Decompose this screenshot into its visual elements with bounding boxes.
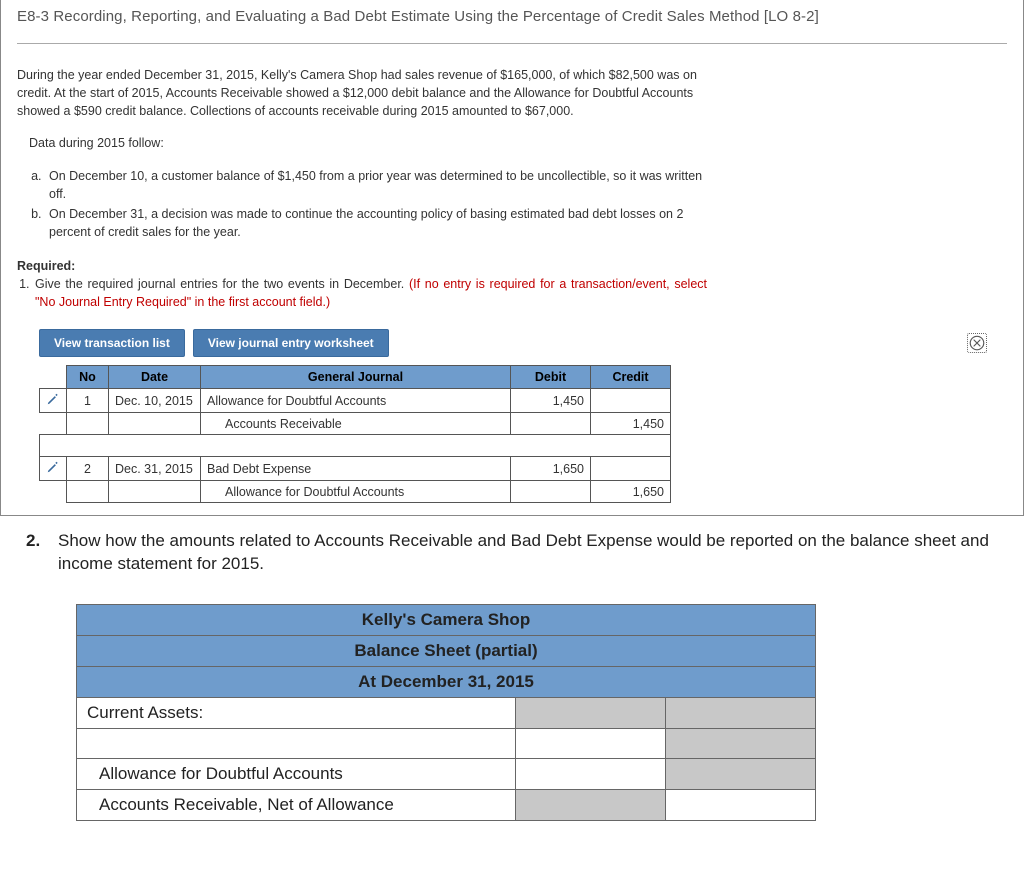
bs-amount-cell <box>666 698 816 729</box>
event-b: On December 31, a decision was made to c… <box>45 205 707 241</box>
table-row: Allowance for Doubtful Accounts 1,650 <box>40 481 671 503</box>
bs-amount-input[interactable] <box>516 729 666 759</box>
bs-amount-input[interactable] <box>666 790 816 821</box>
view-journal-worksheet-button[interactable]: View journal entry worksheet <box>193 329 389 357</box>
entry-date: Dec. 10, 2015 <box>109 389 201 413</box>
col-general-journal: General Journal <box>201 366 511 389</box>
bs-line-label: Current Assets: <box>77 698 516 729</box>
bs-title-company: Kelly's Camera Shop <box>77 605 816 636</box>
event-a: On December 10, a customer balance of $1… <box>45 167 707 203</box>
requirement-1: Give the required journal entries for th… <box>33 275 707 311</box>
table-row: 1 Dec. 10, 2015 Allowance for Doubtful A… <box>40 389 671 413</box>
debit-field[interactable] <box>511 413 591 435</box>
required-label: Required: <box>17 257 707 275</box>
col-debit: Debit <box>511 366 591 389</box>
data-follow-label: Data during 2015 follow: <box>17 134 707 152</box>
bs-amount-cell <box>666 759 816 790</box>
pencil-icon[interactable] <box>46 392 60 406</box>
bs-amount-cell <box>666 729 816 759</box>
req1-text: Give the required journal entries for th… <box>35 277 409 291</box>
req2-text: Show how the amounts related to Accounts… <box>58 530 1006 576</box>
events-list: On December 10, a customer balance of $1… <box>17 167 707 242</box>
bs-line-input[interactable] <box>77 729 516 759</box>
bs-amount-cell <box>516 698 666 729</box>
pencil-icon[interactable] <box>46 460 60 474</box>
problem-body: During the year ended December 31, 2015,… <box>17 66 707 311</box>
entry-no: 2 <box>67 457 109 481</box>
bs-line-input[interactable]: Accounts Receivable, Net of Allowance <box>77 790 516 821</box>
debit-field[interactable]: 1,650 <box>511 457 591 481</box>
bs-title-statement: Balance Sheet (partial) <box>77 636 816 667</box>
bs-title-date: At December 31, 2015 <box>77 667 816 698</box>
table-row: Accounts Receivable 1,450 <box>40 413 671 435</box>
col-no: No <box>67 366 109 389</box>
debit-field[interactable] <box>511 481 591 503</box>
view-transaction-list-button[interactable]: View transaction list <box>39 329 185 357</box>
requirement-2: 2. Show how the amounts related to Accou… <box>26 530 1006 576</box>
col-date: Date <box>109 366 201 389</box>
table-row: 2 Dec. 31, 2015 Bad Debt Expense 1,650 <box>40 457 671 481</box>
bs-amount-input[interactable] <box>516 759 666 790</box>
credit-field[interactable] <box>591 457 671 481</box>
close-icon[interactable] <box>967 333 987 353</box>
account-field[interactable]: Allowance for Doubtful Accounts <box>201 389 511 413</box>
account-field[interactable]: Allowance for Doubtful Accounts <box>201 481 511 503</box>
balance-sheet-table: Kelly's Camera Shop Balance Sheet (parti… <box>76 604 816 821</box>
col-credit: Credit <box>591 366 671 389</box>
entry-date: Dec. 31, 2015 <box>109 457 201 481</box>
credit-field[interactable]: 1,450 <box>591 413 671 435</box>
req2-number: 2. <box>26 530 52 576</box>
debit-field[interactable]: 1,450 <box>511 389 591 413</box>
journal-entry-table: No Date General Journal Debit Credit 1 D… <box>39 365 671 503</box>
entry-no: 1 <box>67 389 109 413</box>
problem-title: E8-3 Recording, Reporting, and Evaluatin… <box>17 0 1007 44</box>
account-field[interactable]: Bad Debt Expense <box>201 457 511 481</box>
bs-amount-cell <box>516 790 666 821</box>
intro-paragraph: During the year ended December 31, 2015,… <box>17 66 707 120</box>
credit-field[interactable] <box>591 389 671 413</box>
account-field[interactable]: Accounts Receivable <box>201 413 511 435</box>
credit-field[interactable]: 1,650 <box>591 481 671 503</box>
bs-line-input[interactable]: Allowance for Doubtful Accounts <box>77 759 516 790</box>
